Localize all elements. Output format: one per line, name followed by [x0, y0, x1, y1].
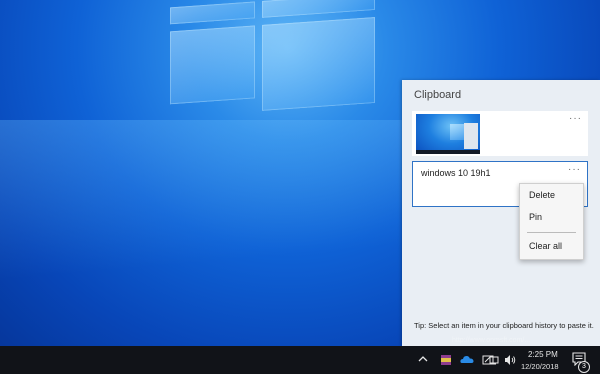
- wallpaper-light-floor: [0, 120, 420, 346]
- volume-icon[interactable]: [504, 354, 516, 366]
- taskbar-clock-date[interactable]: 12/20/2018: [521, 362, 559, 371]
- windows-logo-wallpaper: [170, 0, 380, 132]
- clipboard-tip: Tip: Select an item in your clipboard hi…: [414, 321, 594, 330]
- notification-count-badge: 3: [578, 361, 590, 373]
- more-options-icon[interactable]: ···: [568, 164, 581, 175]
- clipboard-title: Clipboard: [414, 89, 462, 101]
- winrar-icon[interactable]: [440, 354, 452, 366]
- chevron-up-icon[interactable]: [418, 354, 428, 366]
- screenshot-thumbnail: [416, 114, 480, 154]
- onedrive-icon[interactable]: [460, 354, 474, 366]
- menu-divider: [527, 232, 576, 233]
- menu-item-delete[interactable]: Delete: [529, 190, 555, 200]
- context-menu: Delete Pin Clear all: [519, 183, 584, 260]
- menu-item-pin[interactable]: Pin: [529, 212, 542, 222]
- menu-item-clear-all[interactable]: Clear all: [529, 241, 562, 251]
- more-options-icon[interactable]: ···: [569, 113, 582, 124]
- network-icon[interactable]: [488, 354, 500, 366]
- clipboard-item-image[interactable]: ···: [412, 111, 588, 156]
- clipboard-item-text-label: windows 10 19h1: [421, 168, 491, 178]
- watermark-text: http://www.onmsft.com/...: [452, 337, 531, 344]
- taskbar: [0, 346, 600, 374]
- taskbar-clock-time[interactable]: 2:25 PM: [528, 350, 558, 359]
